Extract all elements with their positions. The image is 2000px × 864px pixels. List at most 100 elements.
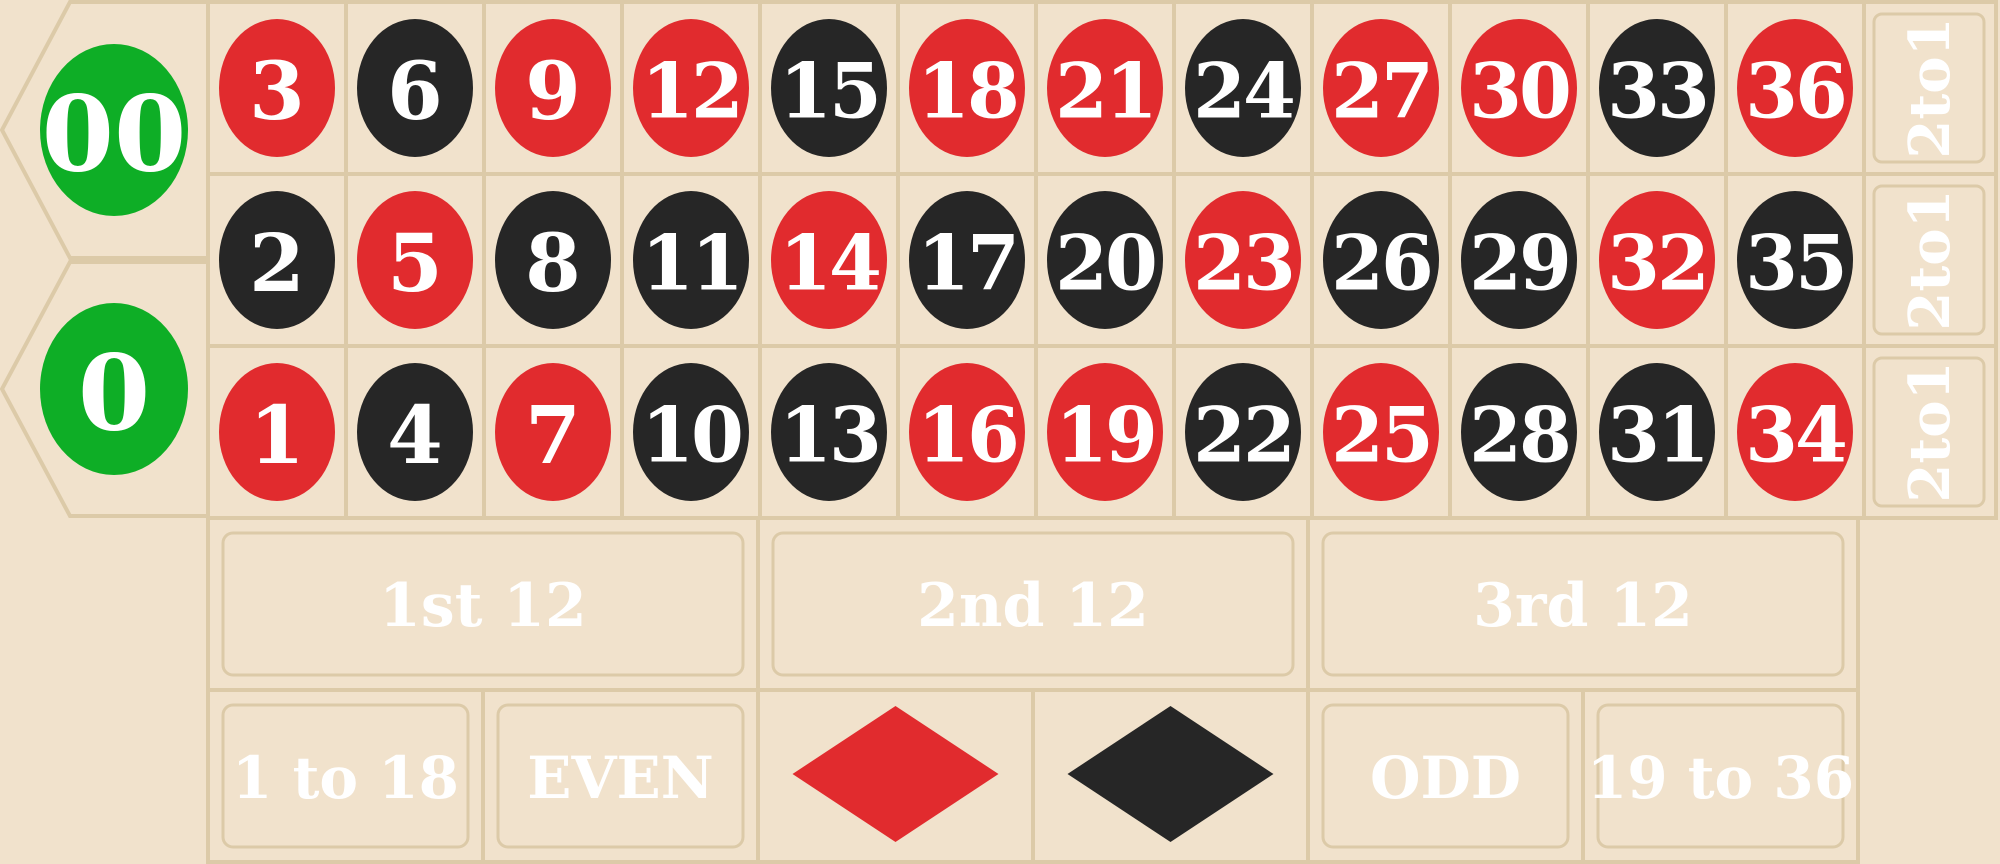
number-cell-15[interactable]: 15 [758, 0, 900, 176]
number-label: 20 [1055, 219, 1155, 308]
number-label: 15 [779, 47, 879, 136]
column-bets: 2to1 2to1 2to1 [1862, 0, 1998, 520]
number-cell-5[interactable]: 5 [344, 172, 486, 348]
number-cell-14[interactable]: 14 [758, 172, 900, 348]
number-cell-25[interactable]: 25 [1310, 344, 1452, 520]
number-cell-19[interactable]: 19 [1034, 344, 1176, 520]
number-label: 3 [249, 44, 305, 138]
number-label: 35 [1745, 219, 1845, 308]
column-bet-3[interactable]: 2to1 [1862, 344, 1998, 520]
dozen-bets: 1st 12 2nd 12 3rd 12 [206, 516, 1860, 692]
number-cell-31[interactable]: 31 [1586, 344, 1728, 520]
number-cell-35[interactable]: 35 [1724, 172, 1866, 348]
number-cell-4[interactable]: 4 [344, 344, 486, 520]
number-cell-23[interactable]: 23 [1172, 172, 1314, 348]
dozen-bet-1[interactable]: 1st 12 [206, 516, 760, 692]
column-bet-label: 2to1 [1897, 189, 1963, 330]
number-label: 25 [1331, 391, 1431, 480]
number-label: 9 [525, 44, 581, 138]
dozen-bet-2[interactable]: 2nd 12 [756, 516, 1310, 692]
number-cell-28[interactable]: 28 [1448, 344, 1590, 520]
number-label: 4 [387, 388, 443, 482]
number-label: 24 [1193, 47, 1293, 136]
number-label: 6 [387, 44, 443, 138]
number-cell-6[interactable]: 6 [344, 0, 486, 176]
number-label: 14 [779, 219, 879, 308]
number-cell-16[interactable]: 16 [896, 344, 1038, 520]
number-label: 12 [641, 47, 741, 136]
number-cell-26[interactable]: 26 [1310, 172, 1452, 348]
number-label: 23 [1193, 219, 1293, 308]
number-cell-27[interactable]: 27 [1310, 0, 1452, 176]
number-cell-21[interactable]: 21 [1034, 0, 1176, 176]
number-cell-18[interactable]: 18 [896, 0, 1038, 176]
number-label: 30 [1469, 47, 1569, 136]
odd-bet[interactable]: ODD [1306, 688, 1585, 864]
number-label: 11 [641, 219, 741, 308]
number-label: 21 [1055, 47, 1155, 136]
19-to-36-bet[interactable]: 19 to 36 [1581, 688, 1860, 864]
number-label: 28 [1469, 391, 1569, 480]
number-label: 33 [1607, 47, 1707, 136]
number-cell-20[interactable]: 20 [1034, 172, 1176, 348]
number-label: 36 [1745, 47, 1845, 136]
number-label: 22 [1193, 391, 1293, 480]
number-cell-17[interactable]: 17 [896, 172, 1038, 348]
outside-bet-label: EVEN [527, 744, 713, 812]
number-label: 17 [917, 219, 1017, 308]
number-label: 18 [917, 47, 1017, 136]
number-cell-33[interactable]: 33 [1586, 0, 1728, 176]
number-label: 2 [249, 216, 305, 310]
number-cell-34[interactable]: 34 [1724, 344, 1866, 520]
black-diamond-bet[interactable] [1031, 688, 1310, 864]
number-label: 1 [249, 388, 305, 482]
outside-bet-label: ODD [1370, 744, 1521, 812]
dozen-bet-label: 1st 12 [379, 571, 587, 641]
number-cell-36[interactable]: 36 [1724, 0, 1866, 176]
number-cell-10[interactable]: 10 [620, 344, 762, 520]
number-cell-7[interactable]: 7 [482, 344, 624, 520]
number-cell-24[interactable]: 24 [1172, 0, 1314, 176]
number-cell-3[interactable]: 3 [206, 0, 348, 176]
dozen-bet-3[interactable]: 3rd 12 [1306, 516, 1860, 692]
even-money-bets: 1 to 18 EVEN ODD 19 to 36 [206, 688, 1860, 864]
number-cell-8[interactable]: 8 [482, 172, 624, 348]
number-label: 34 [1745, 391, 1845, 480]
1-to-18-bet[interactable]: 1 to 18 [206, 688, 485, 864]
number-cell-32[interactable]: 32 [1586, 172, 1728, 348]
number-label: 10 [641, 391, 741, 480]
roulette-table: 000 3 6 9 12 15 18 21 24 27 30 33 362 5 8 11 14 17 20 23 26… [0, 0, 2000, 864]
number-cell-1[interactable]: 1 [206, 344, 348, 520]
number-label: 26 [1331, 219, 1431, 308]
zero-number-label: 00 [42, 73, 187, 196]
outside-bet-label: 19 to 36 [1587, 744, 1854, 812]
number-cell-11[interactable]: 11 [620, 172, 762, 348]
column-bet-1[interactable]: 2to1 [1862, 0, 1998, 176]
dozen-bet-label: 2nd 12 [917, 571, 1149, 641]
number-label: 8 [525, 216, 581, 310]
red-diamond-bet[interactable] [756, 688, 1035, 864]
even-bet[interactable]: EVEN [481, 688, 760, 864]
number-cell-30[interactable]: 30 [1448, 0, 1590, 176]
column-bet-label: 2to1 [1897, 361, 1963, 502]
number-cell-9[interactable]: 9 [482, 0, 624, 176]
column-bet-2[interactable]: 2to1 [1862, 172, 1998, 348]
number-cell-13[interactable]: 13 [758, 344, 900, 520]
dozen-bet-label: 3rd 12 [1473, 571, 1693, 641]
number-cell-2[interactable]: 2 [206, 172, 348, 348]
number-cell-12[interactable]: 12 [620, 0, 762, 176]
number-label: 27 [1331, 47, 1431, 136]
number-label: 5 [387, 216, 443, 310]
column-bet-label: 2to1 [1897, 17, 1963, 158]
zero-number-label: 0 [78, 332, 150, 455]
number-label: 29 [1469, 219, 1569, 308]
number-label: 16 [917, 391, 1017, 480]
number-label: 19 [1055, 391, 1155, 480]
number-cell-22[interactable]: 22 [1172, 344, 1314, 520]
number-label: 7 [525, 388, 581, 482]
number-cell-29[interactable]: 29 [1448, 172, 1590, 348]
number-label: 13 [779, 391, 879, 480]
number-label: 32 [1607, 219, 1707, 308]
number-label: 31 [1607, 391, 1707, 480]
number-grid: 3 6 9 12 15 18 21 24 27 30 33 362 5 8 11 14 17 20 23 26 29 32… [206, 0, 1866, 520]
